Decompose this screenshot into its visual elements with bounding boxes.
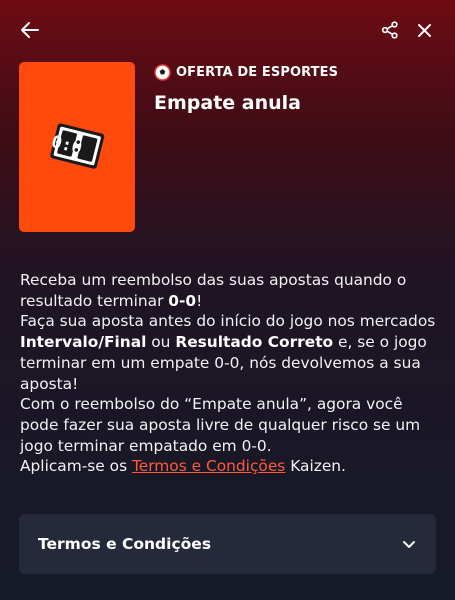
promo-image: 0:0 <box>19 62 135 232</box>
description-paragraph-4: Aplicam-se os Termos e Condições Kaizen. <box>20 457 346 476</box>
terms-accordion[interactable]: Termos e Condições <box>19 514 436 574</box>
accordion-label: Termos e Condições <box>38 535 212 553</box>
highlight-market-2: Resultado Correto <box>175 333 334 352</box>
offer-category: OFERTA DE ESPORTES <box>154 63 338 81</box>
description-paragraph-2: Faça sua aposta antes do início do jogo … <box>20 312 436 393</box>
close-icon <box>417 23 431 37</box>
page-title: Empate anula <box>154 92 301 114</box>
arrow-left-icon <box>21 22 39 38</box>
category-label: OFERTA DE ESPORTES <box>176 64 339 80</box>
share-button[interactable] <box>374 14 406 46</box>
description-paragraph-1: Receba um reembolso das suas apostas qua… <box>20 271 407 310</box>
top-bar <box>0 0 455 60</box>
description-paragraph-3: Com o reembolso do “Empate anula”, agora… <box>20 395 421 455</box>
promo-description: Receba um reembolso das suas apostas qua… <box>20 270 438 477</box>
scoreboard-icon: 0:0 <box>49 123 105 169</box>
chevron-down-icon <box>402 540 416 549</box>
highlight-market-1: Intervalo/Final <box>20 333 147 352</box>
sports-ball-icon <box>154 63 171 81</box>
highlight-score: 0-0 <box>168 291 197 310</box>
share-icon <box>381 21 398 39</box>
terms-link[interactable]: Termos e Condições <box>132 457 285 475</box>
close-button[interactable] <box>408 14 440 46</box>
back-button[interactable] <box>14 14 46 46</box>
